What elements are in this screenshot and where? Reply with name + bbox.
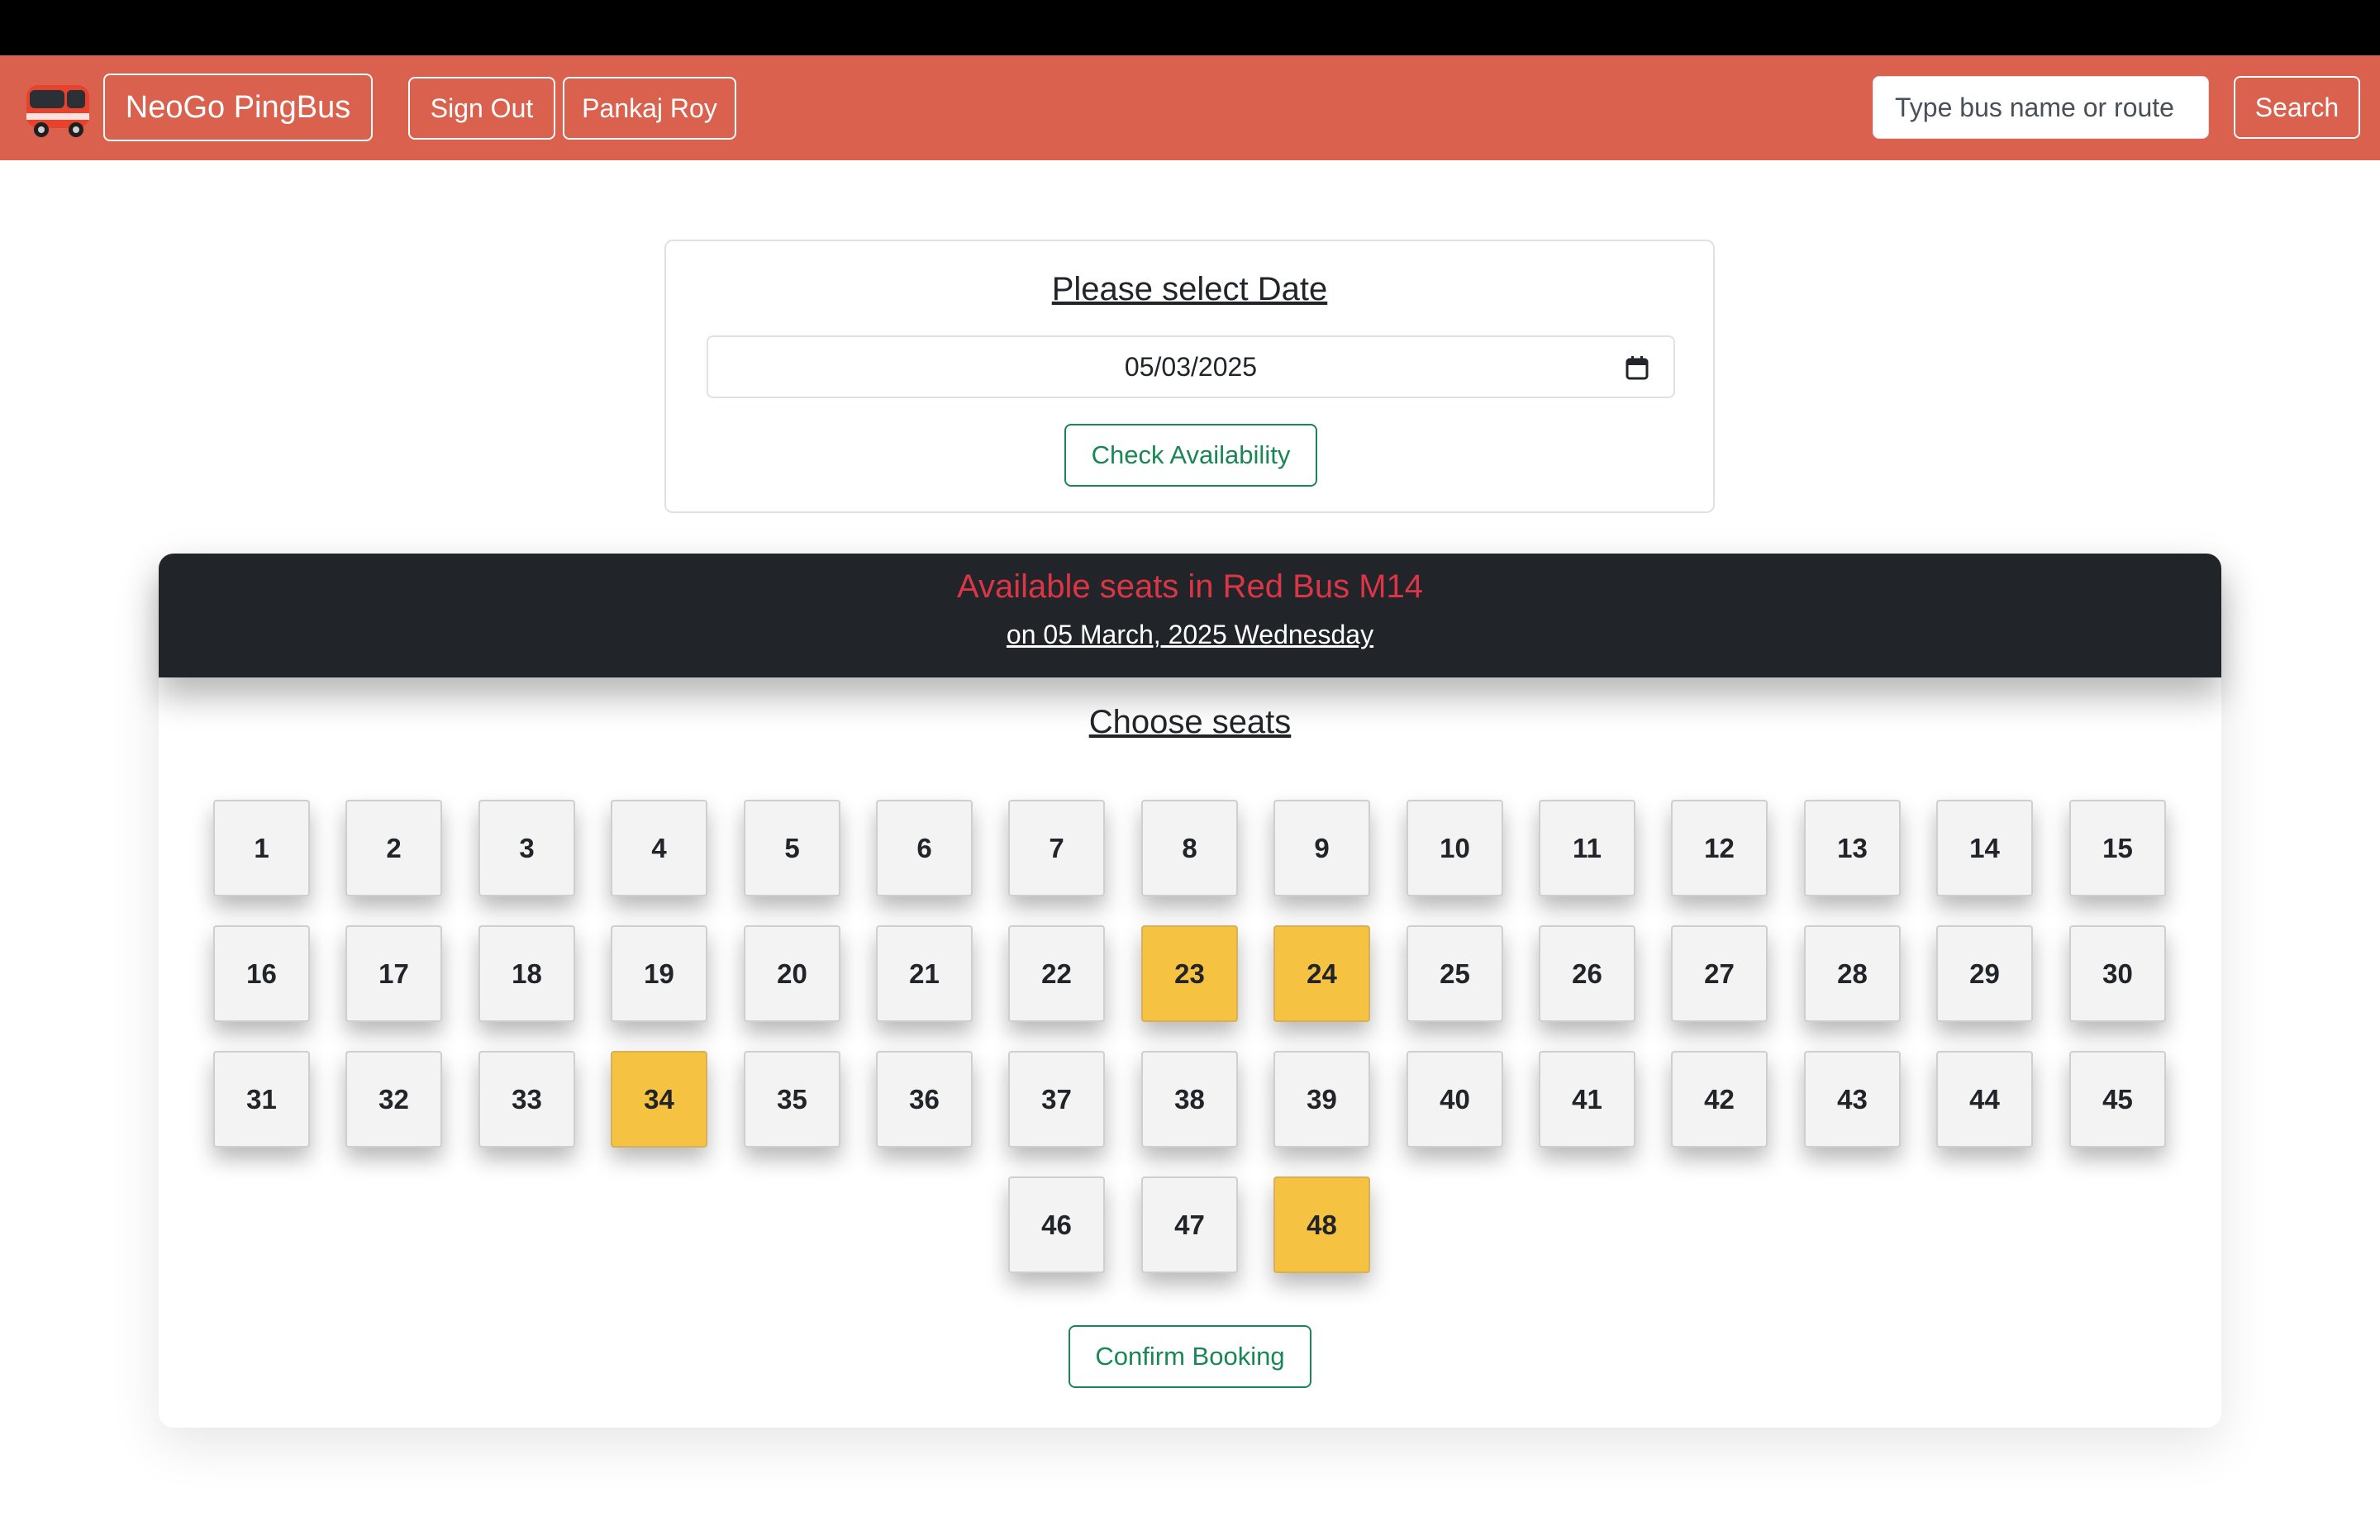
check-availability-button[interactable]: Check Availability bbox=[1064, 424, 1317, 487]
seat-4[interactable]: 4 bbox=[611, 800, 707, 896]
seat-2[interactable]: 2 bbox=[345, 800, 442, 896]
seat-29[interactable]: 29 bbox=[1936, 925, 2033, 1022]
seat-23[interactable]: 23 bbox=[1141, 925, 1238, 1022]
seat-39[interactable]: 39 bbox=[1273, 1051, 1370, 1148]
seat-19[interactable]: 19 bbox=[611, 925, 707, 1022]
seat-33[interactable]: 33 bbox=[478, 1051, 575, 1148]
seat-45[interactable]: 45 bbox=[2069, 1051, 2166, 1148]
seat-selection-card: Available seats in Red Bus M14 on 05 Mar… bbox=[159, 554, 2221, 1428]
search-input[interactable] bbox=[1873, 76, 2209, 139]
seat-5[interactable]: 5 bbox=[744, 800, 840, 896]
seat-grid: 1 2 3 4 5 6 7 8 9 10 11 12 13 14 15 16 17 18 19 20 21 22 23 24 2… bbox=[159, 554, 2221, 1428]
seat-9[interactable]: 9 bbox=[1273, 800, 1370, 896]
seat-44[interactable]: 44 bbox=[1936, 1051, 2033, 1148]
bus-logo-icon[interactable] bbox=[21, 77, 94, 141]
seat-31[interactable]: 31 bbox=[213, 1051, 310, 1148]
seat-40[interactable]: 40 bbox=[1407, 1051, 1503, 1148]
seat-24[interactable]: 24 bbox=[1273, 925, 1370, 1022]
seat-30[interactable]: 30 bbox=[2069, 925, 2166, 1022]
seat-8[interactable]: 8 bbox=[1141, 800, 1238, 896]
seat-16[interactable]: 16 bbox=[213, 925, 310, 1022]
seat-6[interactable]: 6 bbox=[876, 800, 973, 896]
seat-43[interactable]: 43 bbox=[1804, 1051, 1901, 1148]
seat-17[interactable]: 17 bbox=[345, 925, 442, 1022]
seat-46[interactable]: 46 bbox=[1008, 1176, 1105, 1273]
seat-37[interactable]: 37 bbox=[1008, 1051, 1105, 1148]
seat-34[interactable]: 34 bbox=[611, 1051, 707, 1148]
seat-38[interactable]: 38 bbox=[1141, 1051, 1238, 1148]
user-profile-button[interactable]: Pankaj Roy bbox=[563, 77, 736, 140]
seat-35[interactable]: 35 bbox=[744, 1051, 840, 1148]
seat-32[interactable]: 32 bbox=[345, 1051, 442, 1148]
seat-27[interactable]: 27 bbox=[1671, 925, 1768, 1022]
seat-13[interactable]: 13 bbox=[1804, 800, 1901, 896]
date-card-title: Please select Date bbox=[1051, 271, 1328, 307]
sign-out-button[interactable]: Sign Out bbox=[408, 77, 555, 140]
seat-42[interactable]: 42 bbox=[1671, 1051, 1768, 1148]
seat-18[interactable]: 18 bbox=[478, 925, 575, 1022]
seat-22[interactable]: 22 bbox=[1008, 925, 1105, 1022]
calendar-icon[interactable] bbox=[1626, 355, 1649, 380]
seat-48[interactable]: 48 bbox=[1273, 1176, 1370, 1273]
seat-14[interactable]: 14 bbox=[1936, 800, 2033, 896]
confirm-booking-button[interactable]: Confirm Booking bbox=[1069, 1325, 1311, 1388]
seat-41[interactable]: 41 bbox=[1539, 1051, 1635, 1148]
seat-47[interactable]: 47 bbox=[1141, 1176, 1238, 1273]
date-input[interactable]: 05/03/2025 bbox=[707, 335, 1675, 398]
date-selection-card: Please select Date 05/03/2025 Check Avai… bbox=[664, 240, 1715, 513]
navbar: NeoGo PingBus Sign Out Pankaj Roy Search bbox=[0, 55, 2380, 160]
seat-26[interactable]: 26 bbox=[1539, 925, 1635, 1022]
date-value: 05/03/2025 bbox=[1124, 351, 1258, 382]
seat-28[interactable]: 28 bbox=[1804, 925, 1901, 1022]
brand-button[interactable]: NeoGo PingBus bbox=[103, 74, 373, 141]
seat-15[interactable]: 15 bbox=[2069, 800, 2166, 896]
search-button[interactable]: Search bbox=[2234, 76, 2360, 139]
seat-7[interactable]: 7 bbox=[1008, 800, 1105, 896]
seat-20[interactable]: 20 bbox=[744, 925, 840, 1022]
seat-25[interactable]: 25 bbox=[1407, 925, 1503, 1022]
seat-36[interactable]: 36 bbox=[876, 1051, 973, 1148]
seat-21[interactable]: 21 bbox=[876, 925, 973, 1022]
seat-11[interactable]: 11 bbox=[1539, 800, 1635, 896]
seat-12[interactable]: 12 bbox=[1671, 800, 1768, 896]
seat-1[interactable]: 1 bbox=[213, 800, 310, 896]
window-top-bar bbox=[0, 0, 2380, 55]
seat-3[interactable]: 3 bbox=[478, 800, 575, 896]
seat-10[interactable]: 10 bbox=[1407, 800, 1503, 896]
